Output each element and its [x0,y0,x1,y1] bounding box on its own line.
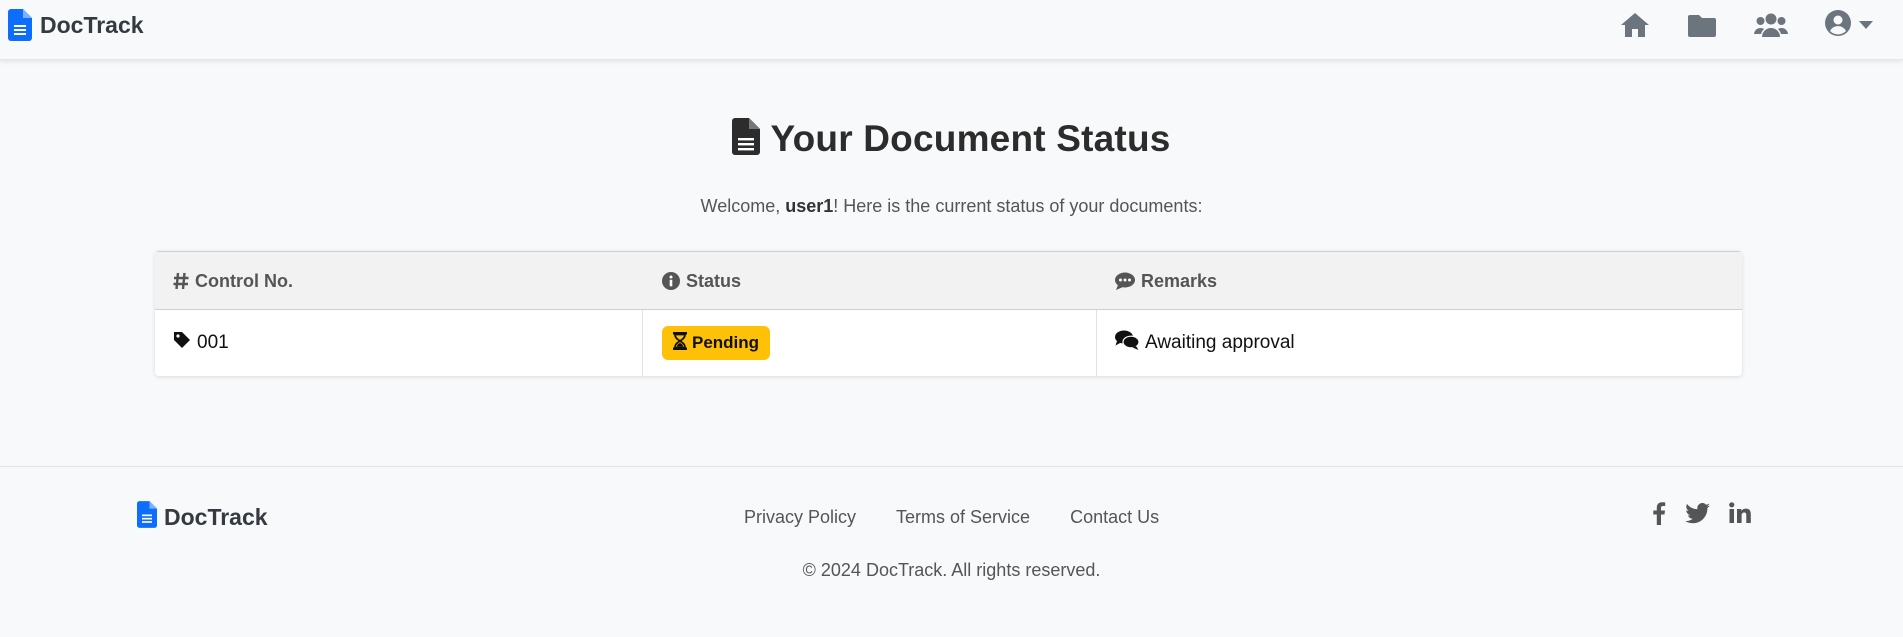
footer: DocTrack Privacy Policy Terms of Service… [0,466,1903,637]
user-circle-icon [1824,9,1852,42]
remarks-value: Awaiting approval [1145,332,1295,353]
home-icon[interactable] [1620,12,1650,38]
copyright-text: © 2024 DocTrack. All rights reserved. [802,560,1101,580]
welcome-prefix: Welcome, [700,196,786,216]
column-header-label: Remarks [1141,270,1218,291]
column-header-control-no: Control No. [173,252,293,310]
social-links [1652,501,1751,525]
file-text-icon [732,118,761,160]
footer-brand-name: DocTrack [164,504,268,530]
column-divider [1096,310,1097,376]
facebook-icon[interactable] [1652,501,1666,525]
welcome-message: Welcome, user1! Here is the current stat… [0,196,1903,217]
linkedin-icon[interactable] [1729,502,1751,524]
page-title-wrap: Your Document Status [0,118,1903,160]
username: user1 [785,196,834,216]
column-divider [642,310,643,376]
welcome-suffix: ! Here is the current status of your doc… [833,196,1203,216]
footer-brand[interactable]: DocTrack [137,501,268,534]
terms-of-service-link[interactable]: Terms of Service [896,507,1030,528]
contact-us-link[interactable]: Contact Us [1070,507,1159,528]
status-badge: Pending [662,326,771,360]
twitter-icon[interactable] [1685,502,1710,524]
cell-control-no: 001 [173,310,229,376]
cell-remarks: Awaiting approval [1115,310,1295,376]
caret-down-icon [1859,16,1873,34]
column-header-label: Control No. [195,270,293,291]
info-circle-icon [662,272,680,290]
top-navbar: DocTrack [0,0,1903,60]
users-icon[interactable] [1754,12,1788,38]
comments-icon [1115,330,1140,356]
file-text-icon [137,501,157,534]
table-row[interactable]: 001 Pending Awaiting approval [155,310,1742,376]
nav-icons [1620,9,1873,42]
brand-link[interactable]: DocTrack [8,9,144,41]
privacy-policy-link[interactable]: Privacy Policy [744,507,856,528]
column-header-status: Status [662,252,741,310]
hourglass-icon [673,331,687,355]
table-header: Control No. Status Remarks [155,251,1742,310]
page-title: Your Document Status [770,118,1171,159]
user-menu[interactable] [1824,9,1873,42]
document-status-table: Control No. Status Remarks 001 Pending A… [155,251,1742,376]
hashtag-icon [173,272,189,290]
tag-icon [173,331,191,355]
comment-dots-icon [1115,272,1135,290]
status-label: Pending [692,333,760,352]
brand-name: DocTrack [40,11,144,38]
column-header-remarks: Remarks [1115,252,1217,310]
cell-status: Pending [662,310,771,376]
file-text-icon [8,9,32,41]
footer-links: Privacy Policy Terms of Service Contact … [744,507,1159,528]
column-header-label: Status [686,270,742,291]
folder-icon[interactable] [1688,13,1716,37]
control-no-value: 001 [197,332,229,353]
